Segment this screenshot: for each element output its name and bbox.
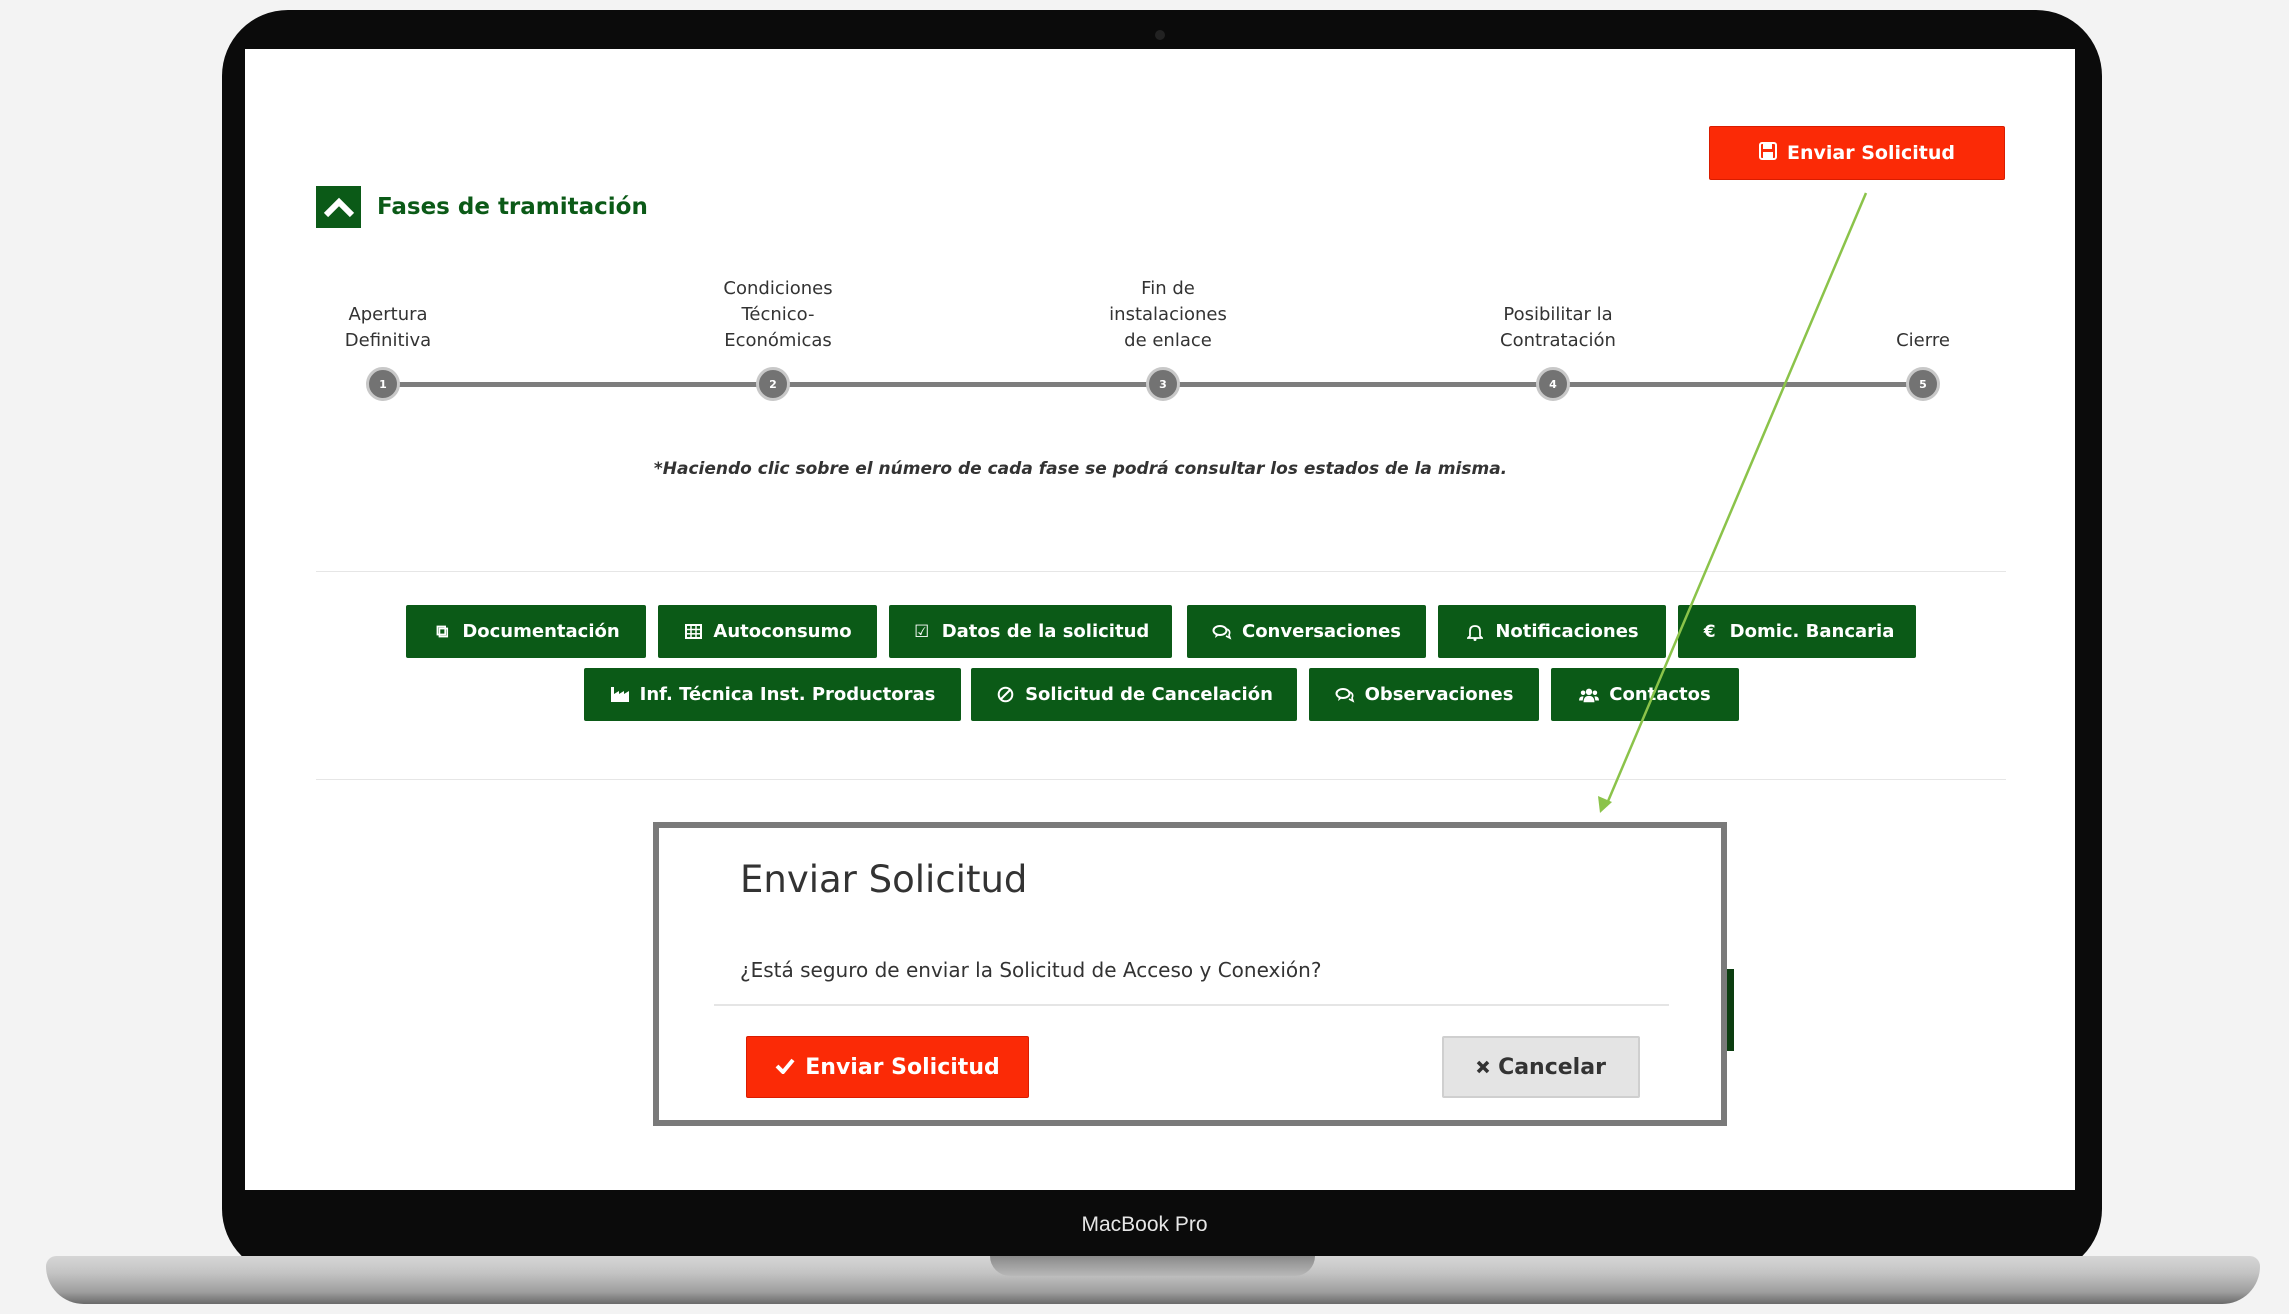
phase-step-5[interactable]: 5: [1906, 367, 1940, 401]
chevron-up-icon[interactable]: [316, 186, 361, 228]
phase-label-4: Posibilitar la Contratación: [1500, 304, 1616, 351]
confirm-send-button[interactable]: Enviar Solicitud: [746, 1036, 1029, 1098]
tab-inf-tecnica[interactable]: Inf. Técnica Inst. Productoras: [584, 668, 961, 721]
phase-step-1[interactable]: 1: [366, 367, 400, 401]
tab-label: Documentación: [462, 621, 620, 642]
industry-icon: [610, 685, 630, 705]
tab-label: Inf. Técnica Inst. Productoras: [639, 684, 936, 705]
device-label: MacBook Pro: [1081, 1213, 1208, 1236]
tab-label: Notificaciones: [1495, 621, 1639, 642]
modal-backdrop-edge: [1726, 969, 1734, 1051]
section-header: Fases de tramitación: [316, 186, 648, 228]
bell-icon: [1465, 622, 1485, 642]
tab-datos-solicitud[interactable]: ☑ Datos de la solicitud: [889, 605, 1172, 658]
phase-label-1: Apertura Definitiva: [344, 304, 432, 351]
laptop-notch: [990, 1256, 1315, 1276]
phase-hint: *Haciendo clic sobre el número de cada f…: [653, 459, 1508, 479]
tab-solicitud-cancelacion[interactable]: Solicitud de Cancelación: [971, 668, 1297, 721]
comments-icon: [1212, 622, 1232, 642]
table-icon: [683, 622, 703, 642]
tab-label: Domic. Bancaria: [1729, 621, 1895, 642]
divider: [316, 779, 2006, 780]
tab-domic-bancaria[interactable]: € Domic. Bancaria: [1678, 605, 1916, 658]
check-square-icon: ☑: [914, 621, 930, 642]
comments-icon: [1335, 685, 1355, 705]
dialog-title: Enviar Solicitud: [740, 858, 1028, 901]
camera-icon: [1155, 30, 1165, 40]
tab-conversaciones[interactable]: Conversaciones: [1187, 605, 1426, 658]
phase-step-3[interactable]: 3: [1146, 367, 1180, 401]
tab-observaciones[interactable]: Observaciones: [1309, 668, 1539, 721]
cancel-button[interactable]: Cancelar: [1442, 1036, 1640, 1098]
tab-label: Contactos: [1609, 684, 1711, 705]
send-request-button-label: Enviar Solicitud: [1787, 142, 1955, 164]
phase-label-3: Fin de instalaciones de enlace: [1109, 278, 1227, 351]
section-title: Fases de tramitación: [377, 194, 648, 220]
users-icon: [1579, 685, 1600, 705]
confirm-send-label: Enviar Solicitud: [805, 1054, 1000, 1080]
tab-label: Solicitud de Cancelación: [1025, 684, 1273, 705]
phase-step-4[interactable]: 4: [1536, 367, 1570, 401]
confirm-dialog: Enviar Solicitud ¿Está seguro de enviar …: [653, 822, 1727, 1126]
dialog-message: ¿Está seguro de enviar la Solicitud de A…: [740, 958, 1322, 982]
phase-label-2: Condiciones Técnico- Económicas: [723, 278, 833, 351]
cancel-label: Cancelar: [1498, 1054, 1606, 1080]
tab-label: Autoconsumo: [713, 621, 852, 642]
tab-label: Datos de la solicitud: [941, 621, 1150, 642]
ban-icon: [995, 685, 1015, 705]
send-request-button[interactable]: Enviar Solicitud: [1709, 126, 2005, 180]
euro-icon: €: [1703, 621, 1716, 642]
phase-label-5: Cierre: [1896, 330, 1950, 351]
tab-contactos[interactable]: Contactos: [1551, 668, 1739, 721]
tab-documentacion[interactable]: ⧉ Documentación: [406, 605, 646, 658]
copy-icon: ⧉: [436, 621, 449, 642]
phase-step-2[interactable]: 2: [756, 367, 790, 401]
divider: [316, 571, 2006, 572]
tab-label: Conversaciones: [1241, 621, 1401, 642]
close-icon: [1476, 1055, 1490, 1080]
tab-label: Observaciones: [1364, 684, 1514, 705]
screen: Enviar Solicitud Fases de tramitación Ap…: [245, 49, 2075, 1190]
tab-autoconsumo[interactable]: Autoconsumo: [658, 605, 877, 658]
dialog-divider: [714, 1004, 1669, 1006]
tab-notificaciones[interactable]: Notificaciones: [1438, 605, 1666, 658]
check-icon: [775, 1055, 795, 1080]
save-icon: [1759, 141, 1778, 165]
